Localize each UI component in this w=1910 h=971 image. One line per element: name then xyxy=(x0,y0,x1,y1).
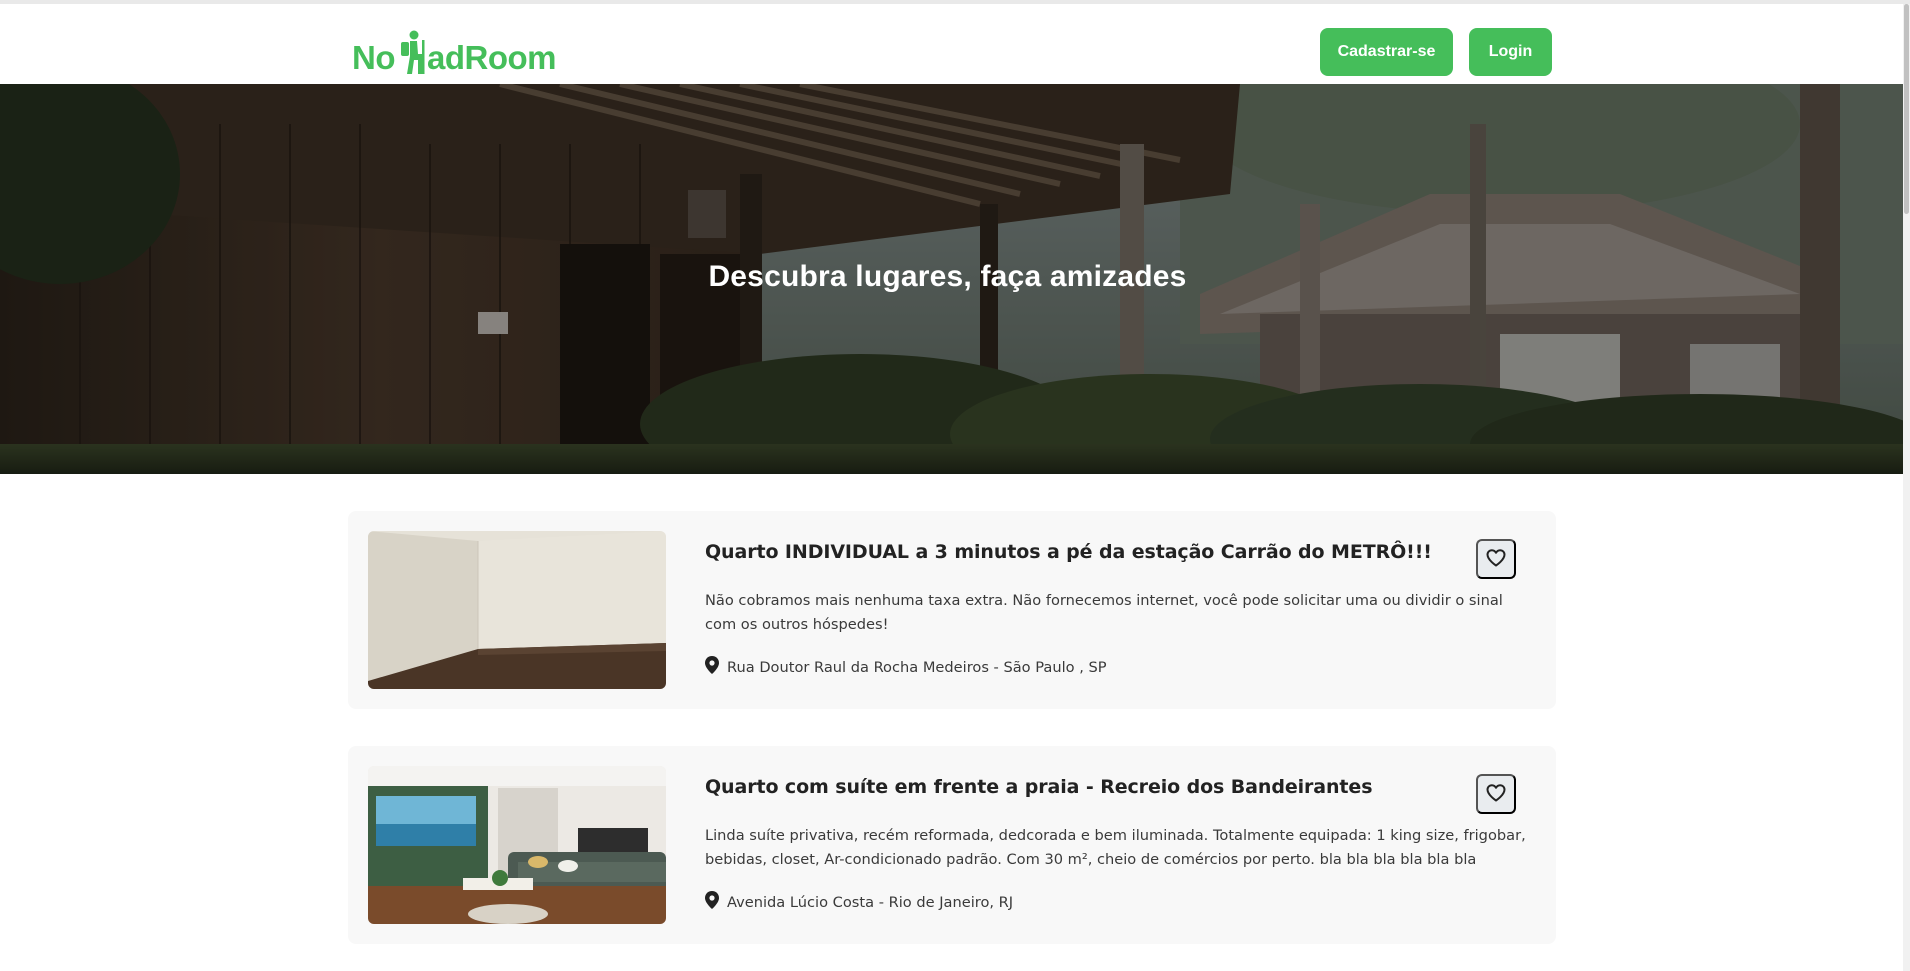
hero-title: Descubra lugares, faça amizades xyxy=(708,260,1187,293)
map-pin-icon xyxy=(705,891,719,913)
listing-title[interactable]: Quarto com suíte em frente a praia - Rec… xyxy=(705,776,1373,798)
logo[interactable]: No adRoom xyxy=(352,22,557,76)
listing-location: Rua Doutor Raul da Rocha Medeiros - São … xyxy=(705,656,1107,678)
listing-card[interactable]: Quarto INDIVIDUAL a 3 minutos a pé da es… xyxy=(348,511,1556,709)
listing-location-text: Avenida Lúcio Costa - Rio de Janeiro, RJ xyxy=(727,893,1014,911)
page-scrollbar-thumb[interactable] xyxy=(1904,4,1909,214)
listing-photo[interactable] xyxy=(368,766,666,924)
site-header: No adRoom Cadastrar-se Login xyxy=(0,4,1905,84)
logo-text-suffix: adRoom xyxy=(427,39,557,76)
favorite-button[interactable] xyxy=(1476,774,1516,814)
hiker-icon xyxy=(396,30,426,74)
listing-description: Linda suíte privativa, recém reformada, … xyxy=(705,827,1526,868)
listing-location-text: Rua Doutor Raul da Rocha Medeiros - São … xyxy=(727,658,1107,676)
heart-icon xyxy=(1486,783,1506,805)
heart-icon xyxy=(1486,548,1506,570)
listing-title[interactable]: Quarto INDIVIDUAL a 3 minutos a pé da es… xyxy=(705,541,1432,563)
page: No adRoom Cadastrar-se Login Descubra lu… xyxy=(0,0,1910,971)
listing-photo[interactable] xyxy=(368,531,666,689)
listing-card[interactable]: Quarto com suíte em frente a praia - Rec… xyxy=(348,746,1556,944)
login-button[interactable]: Login xyxy=(1469,28,1552,76)
hero-banner: Descubra lugares, faça amizades xyxy=(0,84,1903,474)
logo-text-prefix: No xyxy=(352,39,396,76)
signup-button[interactable]: Cadastrar-se xyxy=(1320,28,1453,76)
listing-description: Não cobramos mais nenhuma taxa extra. Nã… xyxy=(705,592,1503,633)
map-pin-icon xyxy=(705,656,719,678)
listing-location: Avenida Lúcio Costa - Rio de Janeiro, RJ xyxy=(705,891,1013,913)
favorite-button[interactable] xyxy=(1476,539,1516,579)
